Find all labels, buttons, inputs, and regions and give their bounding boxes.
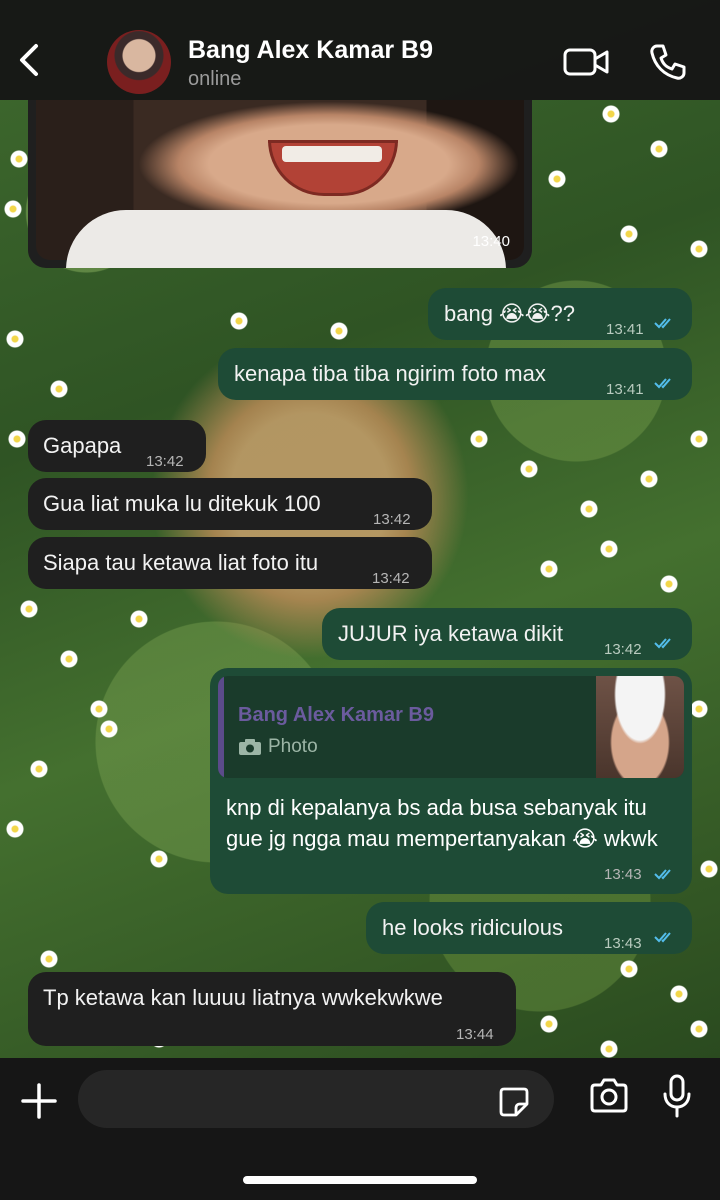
wallpaper-daisy <box>470 430 488 448</box>
read-receipt-icon <box>654 318 671 329</box>
wallpaper-daisy <box>670 985 688 1003</box>
wallpaper-daisy <box>602 105 620 123</box>
quoted-sender-name: Bang Alex Kamar B9 <box>238 704 434 726</box>
message-bubble-outgoing[interactable]: JUJUR iya ketawa dikit 13:42 <box>322 608 692 660</box>
wallpaper-daisy <box>690 700 708 718</box>
back-chevron-icon[interactable] <box>14 40 44 80</box>
wallpaper-daisy <box>130 610 148 628</box>
message-text: kenapa tiba tiba ngirim foto max <box>234 361 546 386</box>
camera-icon <box>239 739 261 755</box>
read-receipt-icon <box>654 869 671 880</box>
wallpaper-daisy <box>620 225 638 243</box>
wallpaper-daisy <box>330 322 348 340</box>
quote-accent-bar <box>218 676 224 778</box>
wallpaper-daisy <box>6 330 24 348</box>
message-time: 13:42 <box>372 570 410 587</box>
wallpaper-daisy <box>580 500 598 518</box>
message-time: 13:42 <box>373 511 411 528</box>
message-time: 13:43 <box>604 866 642 883</box>
message-text: JUJUR iya ketawa dikit <box>338 621 563 646</box>
message-bubble-incoming[interactable]: Gua liat muka lu ditekuk 100 13:42 <box>28 478 432 530</box>
wallpaper-daisy <box>20 600 38 618</box>
avatar[interactable] <box>107 30 171 94</box>
wallpaper-daisy <box>6 820 24 838</box>
wallpaper-daisy <box>520 460 538 478</box>
message-time: 13:41 <box>606 381 644 398</box>
wallpaper-daisy <box>548 170 566 188</box>
wallpaper-daisy <box>620 960 638 978</box>
message-text: Siapa tau ketawa liat foto itu <box>43 550 319 575</box>
sticker-icon[interactable] <box>498 1086 530 1118</box>
message-bubble-incoming[interactable]: Siapa tau ketawa liat foto itu 13:42 <box>28 537 432 589</box>
wallpaper-daisy <box>4 200 22 218</box>
message-text: knp di kepalanya bs ada busa sebanyak it… <box>226 795 658 851</box>
wallpaper-daisy <box>690 240 708 258</box>
message-time: 13:41 <box>606 321 644 338</box>
message-text: Gua liat muka lu ditekuk 100 <box>43 491 321 516</box>
message-bubble-outgoing[interactable]: kenapa tiba tiba ngirim foto max 13:41 <box>218 348 692 400</box>
wallpaper-daisy <box>100 720 118 738</box>
message-text: bang 😭😭?? <box>444 301 575 326</box>
video-call-icon[interactable] <box>562 44 610 80</box>
photo-message[interactable]: 13:40 <box>28 100 532 268</box>
quoted-media-label: Photo <box>268 736 318 757</box>
message-input[interactable] <box>78 1070 554 1128</box>
wallpaper-daisy <box>660 575 678 593</box>
wallpaper-daisy <box>230 312 248 330</box>
wallpaper-daisy <box>8 430 26 448</box>
contact-name[interactable]: Bang Alex Kamar B9 <box>188 36 433 65</box>
message-bubble-outgoing-reply[interactable]: Bang Alex Kamar B9 Photo knp di kepalany… <box>210 668 692 894</box>
chat-header: Bang Alex Kamar B9 online <box>0 0 720 100</box>
message-bubble-outgoing[interactable]: he looks ridiculous 13:43 <box>366 902 692 954</box>
wallpaper-daisy <box>150 850 168 868</box>
message-text: he looks ridiculous <box>382 915 563 940</box>
read-receipt-icon <box>654 932 671 943</box>
wallpaper-daisy <box>30 760 48 778</box>
message-bubble-incoming[interactable]: Gapapa 13:42 <box>28 420 206 472</box>
wallpaper-daisy <box>690 430 708 448</box>
plus-icon[interactable] <box>20 1082 58 1120</box>
message-time: 13:44 <box>456 1026 494 1043</box>
read-receipt-icon <box>654 638 671 649</box>
quoted-photo-thumbnail <box>596 676 684 778</box>
message-text: Tp ketawa kan luuuu liatnya wwkekwkwe <box>43 985 443 1010</box>
message-bubble-outgoing[interactable]: bang 😭😭?? 13:41 <box>428 288 692 340</box>
microphone-icon[interactable] <box>662 1074 692 1118</box>
quoted-message[interactable]: Bang Alex Kamar B9 Photo <box>218 676 684 778</box>
wallpaper-daisy <box>10 150 28 168</box>
contact-status: online <box>188 68 242 90</box>
wallpaper-daisy <box>650 140 668 158</box>
wallpaper-daisy <box>690 1020 708 1038</box>
read-receipt-icon <box>654 378 671 389</box>
wallpaper-daisy <box>60 650 78 668</box>
wallpaper-daisy <box>40 950 58 968</box>
wallpaper-daisy <box>540 1015 558 1033</box>
message-time: 13:42 <box>604 641 642 658</box>
home-indicator <box>243 1176 477 1184</box>
wallpaper-daisy <box>90 700 108 718</box>
photo-teeth <box>282 146 382 162</box>
message-time: 13:43 <box>604 935 642 952</box>
wallpaper-daisy <box>600 1040 618 1058</box>
wallpaper-daisy <box>540 560 558 578</box>
message-time: 13:40 <box>472 233 510 250</box>
phone-icon[interactable] <box>648 42 688 82</box>
message-time: 13:42 <box>146 453 184 470</box>
wallpaper-daisy <box>600 540 618 558</box>
message-bubble-incoming[interactable]: Tp ketawa kan luuuu liatnya wwkekwkwe 13… <box>28 972 516 1046</box>
wallpaper-daisy <box>50 380 68 398</box>
message-text: Gapapa <box>43 433 122 458</box>
camera-icon[interactable] <box>588 1076 630 1116</box>
photo-shirt <box>66 210 506 268</box>
wallpaper-daisy <box>640 470 658 488</box>
photo-image[interactable] <box>36 100 524 268</box>
wallpaper-daisy <box>700 860 718 878</box>
